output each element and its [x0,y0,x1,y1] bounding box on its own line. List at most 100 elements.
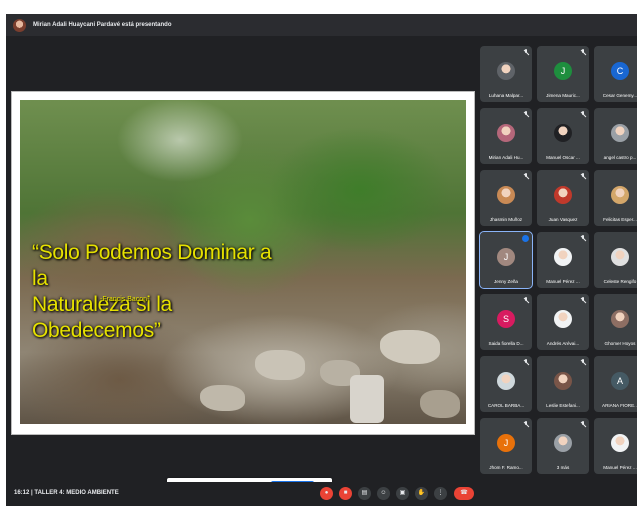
hang-up-icon[interactable]: ☎ [454,487,474,500]
avatar [554,434,572,452]
participant-tile[interactable]: Manuel Oscar ... [537,108,589,164]
mic-muted-icon [524,49,529,55]
participant-tile[interactable]: Juan Vasquez [537,170,589,226]
participant-name: Jhasmin Muñoz [489,217,523,222]
participant-tile[interactable]: J Jimena Mauric... [537,46,589,102]
presenter-avatar [13,18,26,32]
presenting-banner: Mirian Adali Huaycani Pardavé está prese… [33,22,172,28]
participant-name: 3 más [556,465,570,470]
participant-tile[interactable]: Celeste Rengifo [594,232,637,288]
participant-name: Andrés Arévai... [546,341,580,346]
mic-muted-icon [581,235,586,241]
avatar: J [497,434,515,452]
participant-tile[interactable]: A ARIANA FIORE... [594,356,637,412]
participant-name: Jimena Mauric... [546,93,580,98]
participant-name: Ghomer Hoyos [604,341,636,346]
participant-name: Manuel Pérez ... [603,465,637,470]
participant-tile[interactable]: Leslie Estefani... [537,356,589,412]
avatar [554,248,572,266]
participant-name: Saida fiorella D... [488,341,524,346]
rock-shape [255,350,305,380]
emoji-icon[interactable]: ☺ [377,487,390,500]
rock-shape [420,390,460,418]
participant-tile[interactable]: J Jhom F. Ramo... [480,418,532,474]
participant-name: angel castro p... [603,155,637,160]
avatar [611,124,629,142]
participant-tile[interactable]: CAROL BARBA... [480,356,532,412]
participant-tile[interactable]: Mirian Adali Hu... [480,108,532,164]
participant-name: Leslie Estefani... [546,403,580,408]
avatar [497,62,515,80]
participant-tile[interactable]: S Saida fiorella D... [480,294,532,350]
avatar [554,310,572,328]
participant-name: Jenny Zeña [493,279,518,284]
slide-image: “Solo Podemos Dominar a la Naturaleza si… [20,100,466,424]
speaking-indicator-icon [522,235,529,242]
mic-muted-icon [581,421,586,427]
avatar: J [497,248,515,266]
participant-name: Juan Vasquez [548,217,578,222]
participant-tile[interactable]: Andrés Arévai... [537,294,589,350]
mic-muted-icon [524,297,529,303]
raise-hand-icon[interactable]: ✋ [415,487,428,500]
more-options-icon[interactable]: ⋮ [434,487,447,500]
participant-tile[interactable]: Manuel Pérez ... [594,418,637,474]
quote-author: -Francis Bacon- [100,296,150,303]
avatar [497,124,515,142]
bottom-bar: 16:12 | TALLER 4: MEDIO AMBIENTE ● ■ ▤ ☺… [6,482,637,506]
avatar: C [611,62,629,80]
participant-name: CAROL BARBA... [487,403,525,408]
participant-tile[interactable]: Ghomer Hoyos [594,294,637,350]
mic-muted-icon [581,359,586,365]
meet-window: Mirian Adali Huaycani Pardavé está prese… [6,14,637,506]
rock-shape [200,385,245,411]
avatar: S [497,310,515,328]
camera-off-icon[interactable]: ■ [339,487,352,500]
mic-muted-icon [524,359,529,365]
shared-screen: “Solo Podemos Dominar a la Naturaleza si… [11,91,475,496]
avatar [497,372,515,390]
avatar [554,186,572,204]
participant-tile[interactable]: Luhana Malpar... [480,46,532,102]
captions-icon[interactable]: ▤ [358,487,371,500]
participant-name: Jhom F. Ramo... [489,465,523,470]
mic-muted-icon [524,421,529,427]
avatar [611,186,629,204]
meeting-info: 16:12 | TALLER 4: MEDIO AMBIENTE [14,490,119,496]
slide-quote: “Solo Podemos Dominar a la Naturaleza si… [32,240,282,344]
quote-line-1: “Solo Podemos Dominar a la [32,241,272,290]
mic-muted-icon [581,111,586,117]
present-icon[interactable]: ▣ [396,487,409,500]
participant-name: Felicitas Esper... [603,217,637,222]
avatar [554,124,572,142]
mic-muted-icon [581,49,586,55]
participant-name: Luhana Malpar... [488,93,524,98]
avatar: J [554,62,572,80]
avatar: A [611,372,629,390]
participant-name: Manuel Oscar ... [546,155,580,160]
participant-tile[interactable]: 3 más [537,418,589,474]
participant-name: Cesar Genemy... [602,93,637,98]
participant-tile[interactable]: J Jenny Zeña [479,231,533,289]
participant-tile[interactable]: Felicitas Esper... [594,170,637,226]
mic-muted-icon [581,173,586,179]
plank-shape [350,375,384,423]
participant-name: Celeste Rengifo [603,279,637,284]
avatar [611,310,629,328]
participant-tile[interactable]: Manuel Pérez ... [537,232,589,288]
avatar [611,434,629,452]
participant-tile[interactable]: angel castro p... [594,108,637,164]
participant-name: Manuel Pérez ... [546,279,580,284]
participant-name: Mirian Adali Hu... [488,155,524,160]
avatar [554,372,572,390]
mic-muted-icon [524,173,529,179]
avatar [611,248,629,266]
mic-muted-icon [581,297,586,303]
quote-line-2: Naturaleza si la Obedecemos” [32,293,172,342]
avatar [497,186,515,204]
participant-name: ARIANA FIORE... [602,403,637,408]
rock-shape [380,330,440,364]
mic-off-icon[interactable]: ● [320,487,333,500]
participant-tile[interactable]: Jhasmin Muñoz [480,170,532,226]
participant-tile[interactable]: C Cesar Genemy... [594,46,637,102]
